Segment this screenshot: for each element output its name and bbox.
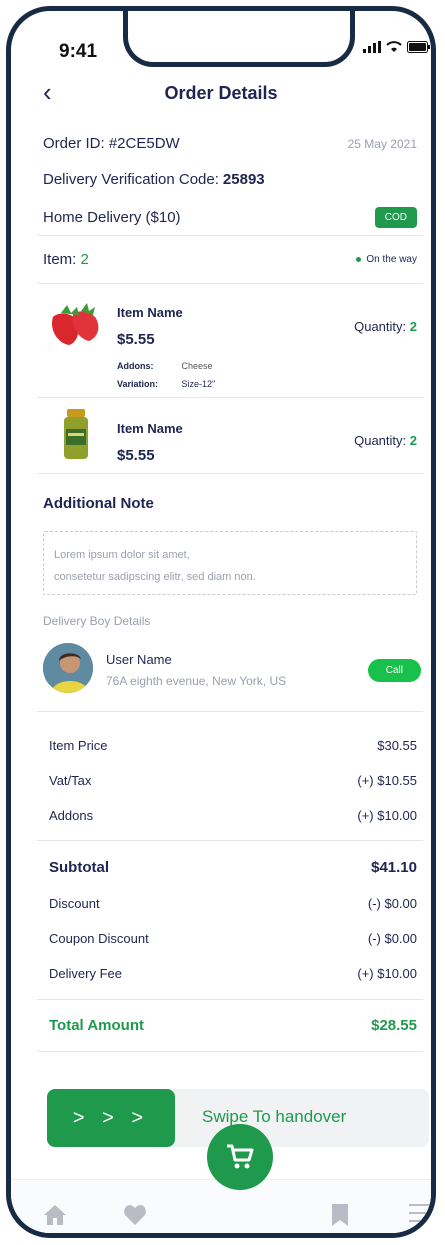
items-row: Item: 2 On the way: [43, 251, 417, 268]
quantity-label: Quantity:: [354, 319, 407, 334]
summary-label: Coupon Discount: [49, 931, 149, 946]
item-quantity: Quantity: 2: [354, 433, 417, 448]
total-row: Total Amount $28.55: [49, 1017, 417, 1034]
summary-value: (+) $10.55: [357, 773, 417, 788]
battery-icon: [407, 41, 430, 53]
delivery-boy-label: Delivery Boy Details: [43, 614, 151, 628]
summary-label: Subtotal: [49, 859, 109, 876]
summary-label: Item Price: [49, 738, 108, 753]
item-name: Item Name: [117, 305, 183, 320]
payment-badge: COD: [374, 207, 417, 228]
verification-label: Delivery Verification Code:: [43, 171, 219, 188]
note-line: Lorem ipsum dolor sit amet,: [54, 549, 190, 561]
total-value: $28.55: [371, 1017, 417, 1034]
fee-row: Delivery Fee (+) $10.00: [49, 966, 417, 981]
list-item[interactable]: Item Name $5.55 Quantity: 2 Addons: Chee…: [11, 291, 431, 395]
summary-value: $41.10: [371, 859, 417, 876]
cart-button[interactable]: [207, 1124, 273, 1190]
status-time: 9:41: [59, 41, 98, 62]
heart-icon[interactable]: [123, 1204, 147, 1226]
summary-label: Addons: [49, 808, 94, 823]
divider: [37, 283, 423, 284]
vat-row: Vat/Tax (+) $10.55: [49, 773, 417, 788]
summary-value: (-) $0.00: [367, 896, 417, 911]
order-status-text: On the way: [366, 254, 417, 265]
notch: [123, 11, 355, 67]
order-id: Order ID: #2CE5DW: [43, 135, 180, 152]
verification-code: 25893: [222, 171, 265, 188]
item-quantity: Quantity: 2: [354, 319, 417, 334]
note-line: consetetur sadipscing elitr, sed diam no…: [54, 571, 256, 583]
item-price: $5.55: [117, 331, 155, 348]
strawberry-icon: [51, 303, 99, 345]
items-label: Item:: [43, 251, 77, 268]
summary-value: (+) $10.00: [357, 966, 417, 981]
delivery-boy-name: User Name: [106, 652, 172, 667]
cart-icon: [227, 1144, 254, 1169]
summary-value: (+) $10.00: [357, 808, 417, 823]
quantity-value: 2: [409, 319, 417, 334]
wifi-icon: [386, 41, 402, 52]
addons-row: Addons (+) $10.00: [49, 808, 417, 823]
summary-label: Delivery Fee: [49, 966, 122, 981]
variation-label: Variation:: [117, 379, 159, 389]
total-label: Total Amount: [49, 1017, 144, 1034]
bookmark-icon[interactable]: [331, 1204, 349, 1226]
home-icon[interactable]: [43, 1204, 67, 1226]
delivery-type: Home Delivery ($10): [43, 209, 181, 226]
note-title: Additional Note: [43, 495, 154, 512]
variation-value: Size-12": [181, 379, 216, 389]
menu-icon[interactable]: [409, 1204, 431, 1222]
summary-value: $30.55: [377, 738, 417, 753]
verification-row: Delivery Verification Code: 25893: [43, 171, 417, 188]
order-status: On the way: [356, 254, 417, 265]
swipe-label: Swipe To handover: [202, 1107, 347, 1126]
item-price: $5.55: [117, 447, 155, 464]
items-count: 2: [80, 251, 89, 268]
item-variation: Variation: Size-12": [117, 379, 215, 389]
delivery-boy-address: 76A eighth evenue, New York, US: [106, 674, 287, 688]
swipe-handle[interactable]: > > >: [47, 1089, 175, 1147]
summary-label: Discount: [49, 896, 100, 911]
subtotal-row: Subtotal $41.10: [49, 859, 417, 876]
order-date: 25 May 2021: [347, 136, 417, 151]
coupon-row: Coupon Discount (-) $0.00: [49, 931, 417, 946]
note-box: Lorem ipsum dolor sit amet, consetetur s…: [43, 531, 417, 595]
summary-value: (-) $0.00: [367, 931, 417, 946]
item-addons: Addons: Cheese: [117, 361, 213, 371]
delivery-row: Home Delivery ($10) COD: [43, 207, 417, 228]
header: ‹ Order Details: [11, 77, 431, 117]
summary-label: Vat/Tax: [49, 773, 92, 788]
quantity-label: Quantity:: [354, 433, 407, 448]
status-dot-icon: [356, 257, 362, 262]
page-title: Order Details: [164, 83, 278, 103]
bottom-nav: [11, 1179, 431, 1233]
item-price-row: Item Price $30.55: [49, 738, 417, 753]
quantity-value: 2: [409, 433, 417, 448]
divider: [37, 235, 423, 236]
items-count-label: Item: 2: [43, 251, 89, 268]
list-item[interactable]: Item Name $5.55 Quantity: 2: [11, 403, 431, 469]
divider: [37, 1051, 423, 1052]
divider: [37, 473, 423, 474]
divider: [37, 711, 423, 712]
divider: [37, 999, 423, 1000]
avatar: [43, 643, 93, 693]
addons-label: Addons:: [117, 361, 154, 371]
addons-value: Cheese: [181, 361, 213, 371]
jar-icon: [64, 409, 88, 459]
order-id-row: Order ID: #2CE5DW 25 May 2021: [43, 135, 417, 152]
divider: [37, 840, 423, 841]
call-button[interactable]: Call: [367, 659, 421, 682]
user-icon: [43, 643, 93, 693]
signal-icon: [363, 41, 381, 53]
phone-frame: 9:41 ‹ Order Details Order ID: #2CE5DW 2…: [6, 6, 436, 1238]
discount-row: Discount (-) $0.00: [49, 896, 417, 911]
status-icons: [363, 41, 431, 53]
divider: [37, 397, 423, 398]
item-name: Item Name: [117, 421, 183, 436]
